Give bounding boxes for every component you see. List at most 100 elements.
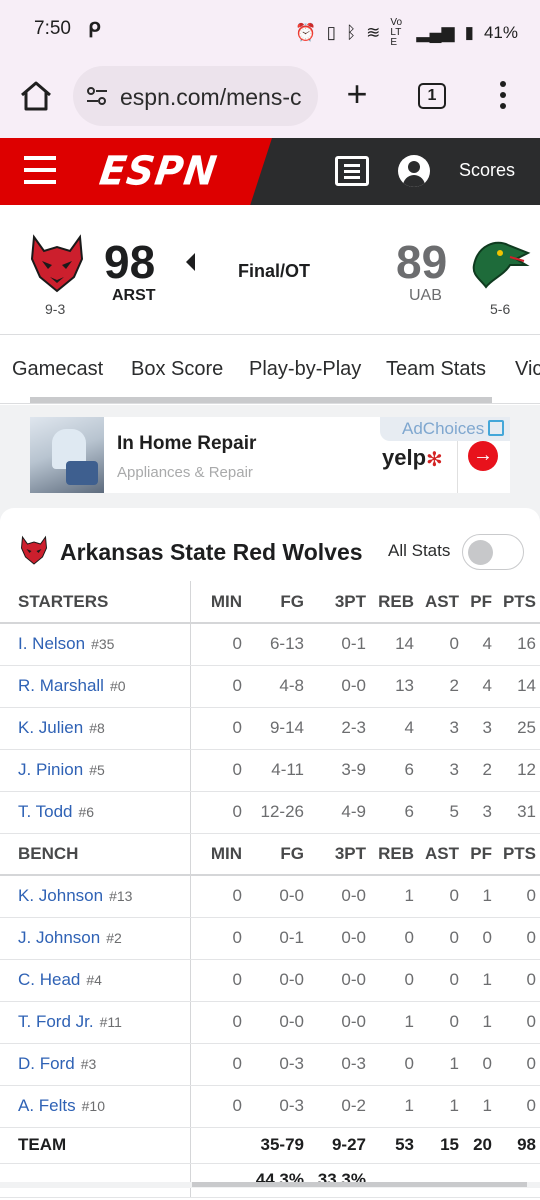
stat-tpt: 0-0 xyxy=(304,875,366,918)
status-time: 7:50 xyxy=(34,18,71,39)
tab-play-by-play[interactable]: Play-by-Play xyxy=(249,358,361,381)
totals-3pt: 9-27 xyxy=(304,1127,366,1164)
stat-min: 0 xyxy=(190,707,242,750)
player-name-cell[interactable]: K. Johnson #13 xyxy=(0,875,191,918)
pct-ast xyxy=(414,1163,459,1198)
player-jersey: #5 xyxy=(89,762,105,778)
player-jersey: #10 xyxy=(81,1098,105,1114)
signal-icon: ▂▄▆ xyxy=(416,23,455,42)
player-name-link[interactable]: I. Nelson xyxy=(18,634,85,653)
stat-fg: 4-8 xyxy=(242,665,304,708)
ad-image[interactable] xyxy=(30,417,104,493)
player-row: D. Ford #3 0 0-3 0-3 0 1 0 0 xyxy=(0,1043,540,1086)
player-name-link[interactable]: T. Ford Jr. xyxy=(18,1012,94,1031)
player-name-link[interactable]: K. Julien xyxy=(18,718,83,737)
wifi-icon: ≋ xyxy=(366,23,381,42)
stat-fg: 0-0 xyxy=(242,1001,304,1044)
player-name-cell[interactable]: T. Ford Jr. #11 xyxy=(0,1001,191,1044)
stat-fg: 0-3 xyxy=(242,1085,304,1128)
player-jersey: #6 xyxy=(78,804,95,820)
yelp-logo[interactable]: yelp xyxy=(382,445,426,471)
player-name-link[interactable]: K. Johnson xyxy=(18,886,103,905)
ad-banner[interactable]: In Home Repair Appliances & Repair AdCho… xyxy=(30,417,510,493)
tab-videos[interactable]: Vic xyxy=(515,358,540,381)
player-name-cell[interactable]: T. Todd #6 xyxy=(0,791,191,834)
stat-min: 0 xyxy=(190,623,242,666)
site-settings-icon[interactable] xyxy=(85,84,109,108)
bluetooth-icon: ᛒ xyxy=(345,23,357,42)
stat-min: 0 xyxy=(190,1043,242,1086)
col-3pt: 3PT xyxy=(304,581,366,624)
stat-pf: 0 xyxy=(459,917,492,960)
ad-title[interactable]: In Home Repair xyxy=(117,433,256,455)
stat-pf: 4 xyxy=(459,623,492,666)
more-menu-icon[interactable] xyxy=(496,78,510,114)
url-bar[interactable]: espn.com/mens-c xyxy=(73,66,318,126)
game-status: Final/OT xyxy=(238,261,310,281)
player-name-link[interactable]: J. Johnson xyxy=(18,928,100,947)
col-reb: REB xyxy=(366,833,414,876)
player-name-cell[interactable]: J. Johnson #2 xyxy=(0,917,191,960)
stat-fg: 0-0 xyxy=(242,959,304,1002)
stat-fg: 4-11 xyxy=(242,749,304,792)
vibrate-icon: ▯ xyxy=(326,23,336,42)
tab-team-stats[interactable]: Team Stats xyxy=(386,358,486,381)
tab-box-score[interactable]: Box Score xyxy=(131,358,223,381)
player-row: K. Johnson #13 0 0-0 0-0 1 0 1 0 xyxy=(0,875,540,918)
totals-min xyxy=(190,1127,242,1164)
new-tab-icon[interactable]: + xyxy=(340,76,374,112)
player-row: A. Felts #10 0 0-3 0-2 1 1 1 0 xyxy=(0,1085,540,1128)
table-scrollbar[interactable] xyxy=(0,1182,540,1188)
player-name-cell[interactable]: D. Ford #3 xyxy=(0,1043,191,1086)
tabs-scrollbar[interactable] xyxy=(30,397,492,403)
player-name-cell[interactable]: A. Felts #10 xyxy=(0,1085,191,1128)
player-name-link[interactable]: R. Marshall xyxy=(18,676,104,695)
player-name-link[interactable]: T. Todd xyxy=(18,802,73,821)
arkansas-state-logo[interactable] xyxy=(28,233,86,293)
stat-reb: 0 xyxy=(366,917,414,960)
arkansas-state-small-logo xyxy=(20,535,48,565)
tab-gamecast[interactable]: Gamecast xyxy=(12,358,103,381)
stat-pts: 0 xyxy=(492,875,540,918)
player-name-cell[interactable]: K. Julien #8 xyxy=(0,707,191,750)
player-row: R. Marshall #0 0 4-8 0-0 13 2 4 14 xyxy=(0,665,540,708)
espn-logo[interactable]: ESPN xyxy=(97,148,220,194)
stat-tpt: 0-0 xyxy=(304,1001,366,1044)
totals-pts: 98 xyxy=(492,1127,540,1164)
player-name-link[interactable]: J. Pinion xyxy=(18,760,83,779)
player-name-cell[interactable]: J. Pinion #5 xyxy=(0,749,191,792)
ad-arrow-icon[interactable]: → xyxy=(468,441,498,471)
adchoices-badge[interactable]: AdChoices xyxy=(380,417,510,441)
tab-switcher-button[interactable]: 1 xyxy=(418,83,446,109)
player-name-cell[interactable]: I. Nelson #35 xyxy=(0,623,191,666)
stat-ast: 1 xyxy=(414,1043,459,1086)
stat-tpt: 0-0 xyxy=(304,917,366,960)
player-name-cell[interactable]: C. Head #4 xyxy=(0,959,191,1002)
pct-3pt: 33.3% xyxy=(304,1163,366,1198)
browser-toolbar: espn.com/mens-c + 1 xyxy=(0,64,540,138)
stat-pts: 0 xyxy=(492,1085,540,1128)
stat-reb: 6 xyxy=(366,749,414,792)
url-text[interactable]: espn.com/mens-c xyxy=(120,84,302,111)
battery-percent: 41% xyxy=(483,23,518,42)
stat-ast: 5 xyxy=(414,791,459,834)
uab-logo[interactable] xyxy=(470,235,532,291)
ad-subtitle[interactable]: Appliances & Repair xyxy=(117,464,253,481)
all-stats-toggle[interactable] xyxy=(462,534,524,570)
stat-tpt: 0-3 xyxy=(304,1043,366,1086)
scores-link[interactable]: Scores xyxy=(459,160,515,181)
player-name-link[interactable]: A. Felts xyxy=(18,1096,76,1115)
alarm-icon: ⏰ xyxy=(295,23,317,42)
hamburger-menu-icon[interactable] xyxy=(24,156,56,186)
home-icon[interactable] xyxy=(18,78,54,114)
watch-list-icon[interactable] xyxy=(335,156,369,186)
totals-reb: 53 xyxy=(366,1127,414,1164)
player-name-link[interactable]: D. Ford xyxy=(18,1054,75,1073)
col-fg: FG xyxy=(242,833,304,876)
user-profile-icon[interactable] xyxy=(398,155,430,187)
player-name-link[interactable]: C. Head xyxy=(18,970,80,989)
pct-min xyxy=(190,1163,242,1198)
winner-caret-icon xyxy=(186,253,195,271)
player-name-cell[interactable]: R. Marshall #0 xyxy=(0,665,191,708)
player-row: I. Nelson #35 0 6-13 0-1 14 0 4 16 xyxy=(0,623,540,666)
